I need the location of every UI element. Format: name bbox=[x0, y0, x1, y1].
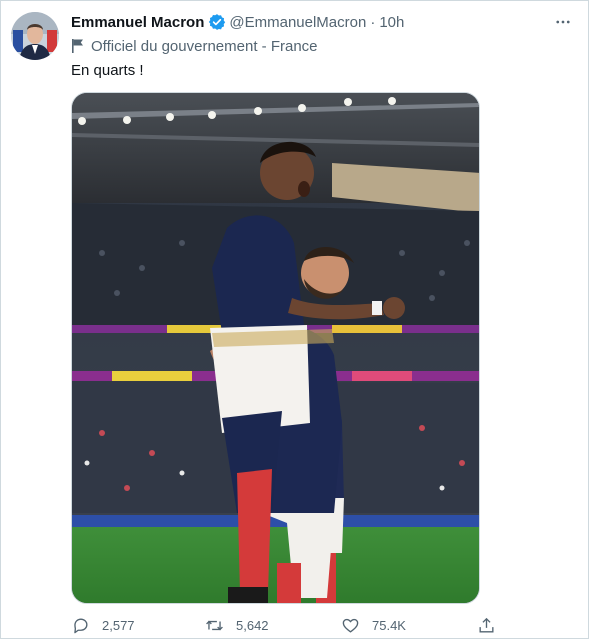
like-button[interactable]: 75.4K bbox=[341, 613, 406, 637]
tweet-card[interactable]: Emmanuel Macron @EmmanuelMacron · 10h Of… bbox=[0, 0, 589, 639]
tweet-header: Emmanuel Macron @EmmanuelMacron · 10h bbox=[71, 12, 548, 32]
retweet-count: 5,642 bbox=[236, 617, 269, 633]
tweet-actions: 2,577 5,642 75.4K bbox=[71, 613, 501, 637]
retweet-button[interactable]: 5,642 bbox=[205, 613, 269, 637]
share-button[interactable] bbox=[477, 613, 496, 637]
account-label: Officiel du gouvernement - France bbox=[71, 36, 318, 56]
author-name[interactable]: Emmanuel Macron bbox=[71, 14, 204, 31]
reply-count: 2,577 bbox=[102, 617, 135, 633]
reply-button[interactable]: 2,577 bbox=[71, 613, 135, 637]
like-count: 75.4K bbox=[372, 617, 406, 633]
account-label-text: Officiel du gouvernement - France bbox=[91, 37, 318, 55]
verified-badge-icon bbox=[208, 13, 226, 31]
share-icon bbox=[477, 616, 496, 635]
reply-icon bbox=[71, 616, 90, 635]
more-options-icon[interactable] bbox=[552, 12, 574, 32]
separator-dot: · bbox=[370, 13, 376, 31]
avatar[interactable] bbox=[11, 12, 59, 60]
retweet-icon bbox=[205, 616, 224, 635]
tweet-photo[interactable] bbox=[71, 92, 480, 604]
flag-icon bbox=[71, 38, 85, 54]
tweet-text: En quarts ! bbox=[71, 62, 144, 79]
author-handle[interactable]: @EmmanuelMacron bbox=[229, 14, 366, 31]
like-icon bbox=[341, 616, 360, 635]
timestamp[interactable]: 10h bbox=[379, 14, 404, 31]
